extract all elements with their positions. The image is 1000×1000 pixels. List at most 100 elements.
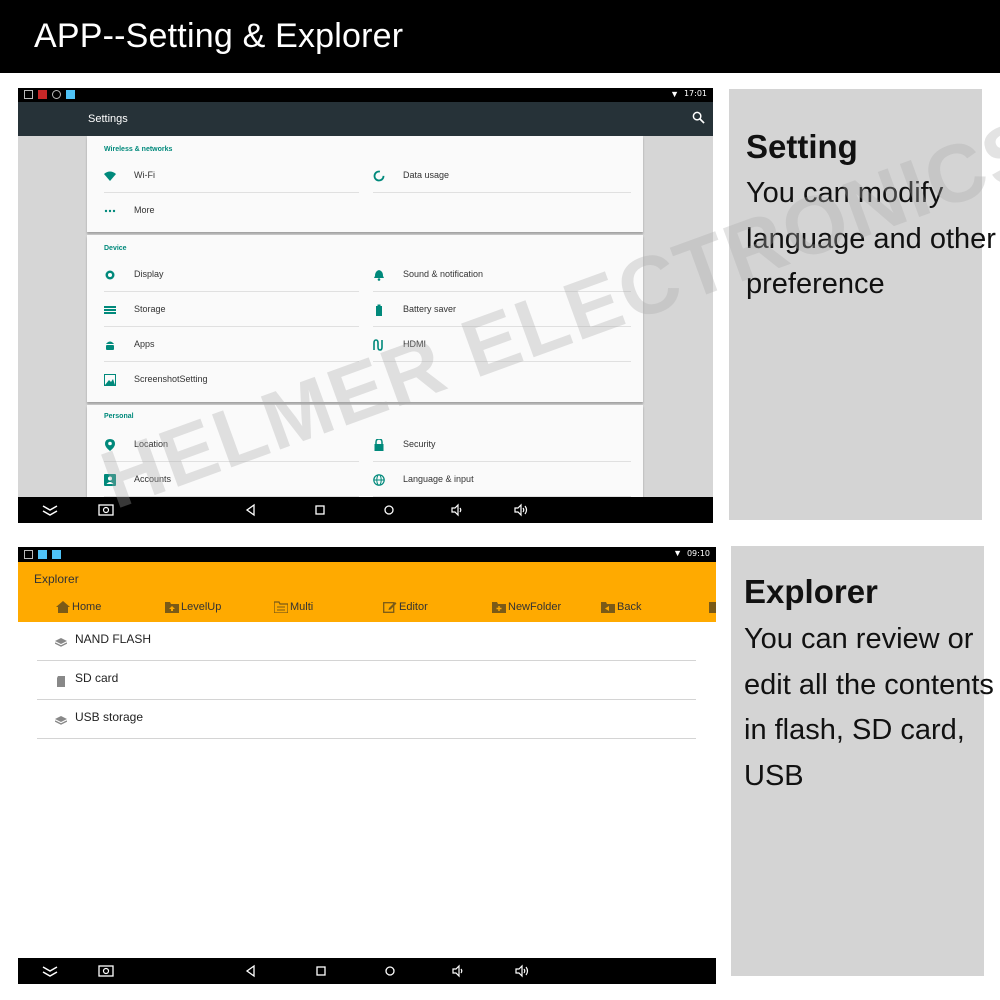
- settings-item-security[interactable]: Security: [373, 428, 631, 462]
- collapse-icon[interactable]: [42, 964, 58, 978]
- data-usage-icon: [373, 170, 385, 182]
- more-icon: [104, 209, 116, 213]
- screenshot-icon[interactable]: [98, 503, 114, 517]
- settings-item-label: Apps: [134, 339, 155, 349]
- settings-item-label: Data usage: [403, 170, 450, 180]
- display-icon: [105, 270, 115, 280]
- settings-item-sound[interactable]: Sound & notification: [373, 258, 631, 292]
- explorer-header: Explorer Home LevelUp Multi Editor NewFo…: [18, 562, 716, 622]
- toolbar-back-button[interactable]: Back: [601, 600, 681, 616]
- settings-item-language[interactable]: Language & input: [373, 463, 631, 497]
- category-wireless: Wireless & networks: [104, 146, 173, 153]
- settings-item-accounts[interactable]: Accounts: [104, 463, 359, 497]
- settings-screenshot: ▼ 17:01 Settings Wireless & networks Wi-…: [18, 88, 713, 523]
- notification-icon: [24, 550, 33, 559]
- file-name: SD card: [75, 671, 119, 685]
- toolbar-label: NewFolder: [508, 601, 562, 613]
- settings-item-display[interactable]: Display: [104, 258, 359, 292]
- image-icon: [104, 374, 116, 386]
- status-bar: ▼ 17:01: [18, 88, 713, 102]
- collapse-icon[interactable]: [42, 503, 58, 517]
- explorer-title: Explorer: [34, 572, 79, 586]
- settings-item-data-usage[interactable]: Data usage: [373, 159, 631, 193]
- explorer-screenshot: ▼ 09:10 Explorer Home LevelUp Multi Edit…: [18, 547, 716, 984]
- storage-icon: [104, 306, 116, 314]
- edit-icon: [383, 602, 397, 613]
- wifi-icon: [104, 171, 116, 181]
- volume-down-icon[interactable]: [449, 503, 465, 517]
- volume-up-icon[interactable]: [513, 503, 529, 517]
- bell-icon: [374, 270, 384, 281]
- back-icon[interactable]: [243, 503, 259, 517]
- folder-back-icon: [601, 602, 615, 613]
- setting-heading: Setting: [746, 128, 858, 165]
- settings-item-label: Accounts: [134, 474, 172, 484]
- settings-item-label: ScreenshotSetting: [134, 374, 208, 384]
- settings-item-more[interactable]: More: [104, 194, 359, 228]
- back-icon[interactable]: [243, 964, 259, 978]
- settings-item-apps[interactable]: Apps: [104, 328, 359, 362]
- toolbar-multi-button[interactable]: Multi: [274, 600, 364, 616]
- wifi-signal-icon: ▼: [670, 89, 679, 99]
- settings-item-storage[interactable]: Storage: [104, 293, 359, 327]
- volume-up-icon[interactable]: [514, 964, 530, 978]
- settings-header: Settings: [18, 102, 713, 136]
- toolbar-levelup-button[interactable]: LevelUp: [165, 600, 255, 616]
- banner: APP--Setting & Explorer: [0, 0, 1000, 73]
- settings-item-label: HDMI: [403, 339, 426, 349]
- location-icon: [105, 439, 115, 451]
- stack-icon: [55, 716, 67, 725]
- settings-item-label: More: [134, 205, 155, 215]
- settings-item-label: Security: [403, 439, 436, 449]
- multi-select-icon: [274, 601, 288, 613]
- settings-item-screenshot[interactable]: ScreenshotSetting: [104, 363, 359, 397]
- toolbar-overflow-icon[interactable]: [709, 602, 716, 613]
- page: APP--Setting & Explorer ▼ 17:01 Settings…: [0, 0, 1000, 1000]
- settings-item-hdmi[interactable]: HDMI: [373, 328, 631, 362]
- settings-title: Settings: [88, 113, 128, 125]
- toolbar-home-button[interactable]: Home: [56, 600, 146, 616]
- gallery-notification-icon: [66, 90, 75, 99]
- category-device: Device: [104, 245, 127, 252]
- toolbar-label: Editor: [399, 601, 428, 613]
- settings-item-battery-saver[interactable]: Battery saver: [373, 293, 631, 327]
- status-bar: ▼ 09:10: [18, 547, 716, 562]
- settings-item-label: Language & input: [403, 474, 474, 484]
- explorer-description-panel: Explorer You can review or edit all the …: [731, 546, 994, 976]
- sd-card-icon: [57, 676, 65, 687]
- wifi-status-icon: [52, 90, 61, 99]
- screenshot-icon[interactable]: [98, 964, 114, 978]
- setting-description: You can modify language and other prefer…: [746, 177, 996, 300]
- recent-apps-icon[interactable]: [313, 964, 329, 978]
- new-folder-icon: [492, 602, 506, 613]
- toolbar-label: LevelUp: [181, 601, 222, 613]
- search-icon[interactable]: [692, 111, 705, 124]
- file-name: NAND FLASH: [75, 632, 152, 646]
- navigation-bar: [18, 958, 716, 984]
- personal-card: Personal Location Security Accounts Lang…: [87, 405, 643, 500]
- notification-icon: [24, 90, 33, 99]
- file-row-usb-storage[interactable]: USB storage: [37, 700, 696, 739]
- settings-item-label: Sound & notification: [403, 269, 484, 279]
- stack-icon: [55, 638, 67, 647]
- file-name: USB storage: [75, 710, 144, 724]
- toolbar-newfolder-button[interactable]: NewFolder: [492, 600, 592, 616]
- settings-item-location[interactable]: Location: [104, 428, 359, 462]
- settings-item-wifi[interactable]: Wi-Fi: [104, 159, 359, 193]
- status-time: 09:10: [686, 549, 710, 558]
- battery-icon: [376, 304, 382, 316]
- volume-down-icon[interactable]: [450, 964, 466, 978]
- setting-description-panel: Setting You can modify language and othe…: [729, 89, 996, 520]
- toolbar-label: Back: [617, 601, 642, 613]
- home-icon[interactable]: [381, 503, 397, 517]
- gallery-notification-icon: [52, 550, 61, 559]
- home-icon[interactable]: [382, 964, 398, 978]
- settings-list: Wireless & networks Wi-Fi Data usage Mor…: [87, 136, 643, 500]
- file-row-sd-card[interactable]: SD card: [37, 661, 696, 700]
- recent-apps-icon[interactable]: [312, 503, 328, 517]
- lock-icon: [374, 439, 384, 451]
- file-row-nand-flash[interactable]: NAND FLASH: [37, 622, 696, 661]
- toolbar-editor-button[interactable]: Editor: [383, 600, 473, 616]
- home-icon: [56, 601, 70, 613]
- wifi-signal-icon: ▼: [673, 548, 682, 558]
